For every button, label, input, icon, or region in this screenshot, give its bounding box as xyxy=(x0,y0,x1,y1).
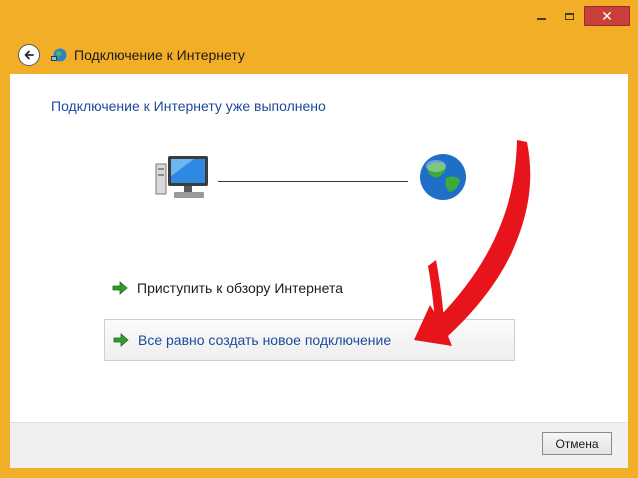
dialog-footer: Отмена xyxy=(10,422,628,468)
window-frame: ✕ Подключение к Интернету Подключение к … xyxy=(0,0,638,478)
create-new-connection-option[interactable]: Все равно создать новое подключение xyxy=(104,319,515,361)
window-title: Подключение к Интернету xyxy=(74,47,245,63)
globe-icon xyxy=(420,154,466,200)
maximize-icon xyxy=(564,12,574,20)
close-button[interactable]: ✕ xyxy=(584,6,630,26)
back-arrow-icon xyxy=(24,50,34,60)
network-globe-icon xyxy=(51,48,67,62)
green-arrow-icon xyxy=(112,281,128,295)
title-bar[interactable]: ✕ xyxy=(0,0,638,36)
cancel-button[interactable]: Отмена xyxy=(542,432,612,455)
page-heading: Подключение к Интернету уже выполнено xyxy=(51,98,326,114)
option-label: Все равно создать новое подключение xyxy=(138,332,392,348)
back-button[interactable] xyxy=(18,44,40,66)
maximize-button[interactable] xyxy=(556,6,582,26)
computer-icon xyxy=(155,156,208,198)
close-icon: ✕ xyxy=(601,8,613,24)
option-label: Приступить к обзору Интернета xyxy=(137,280,344,296)
window-header: Подключение к Интернету xyxy=(10,36,628,74)
green-arrow-icon xyxy=(113,333,129,347)
connection-line xyxy=(218,181,408,182)
minimize-button[interactable] xyxy=(528,6,554,26)
minimize-icon xyxy=(536,18,546,20)
content-panel: Подключение к Интернету уже выполнено Пр… xyxy=(10,74,628,422)
browse-internet-option[interactable]: Приступить к обзору Интернета xyxy=(106,272,516,304)
